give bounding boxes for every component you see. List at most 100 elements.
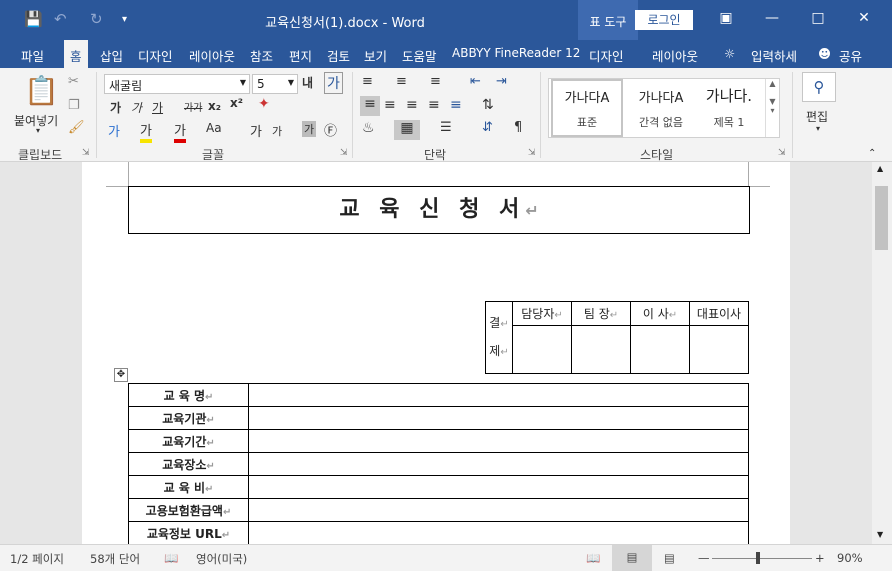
superscript-icon[interactable]: x² (230, 96, 243, 110)
page-count[interactable]: 1/2 페이지 (10, 551, 64, 567)
row-label[interactable]: 고용보험환급액↵ (128, 498, 249, 522)
row-label[interactable]: 교육정보 URL↵ (128, 521, 249, 544)
signature-cell[interactable] (689, 325, 749, 374)
zoom-in-icon[interactable]: + (815, 551, 825, 565)
paste-dropdown-icon[interactable]: ▾ (36, 126, 40, 135)
tab-help[interactable]: 도움말 (402, 46, 437, 65)
approval-role-cell[interactable]: 팀 장↵ (571, 301, 631, 326)
row-label[interactable]: 교육기간↵ (128, 429, 249, 453)
char-border-icon[interactable]: 가 (324, 72, 343, 94)
underline-icon[interactable]: 가 (152, 99, 163, 116)
read-mode-icon[interactable]: 📖 (586, 551, 600, 565)
value-cell[interactable] (248, 452, 749, 476)
tab-design[interactable]: 디자인 (138, 46, 173, 65)
edit-button[interactable]: 편집 (806, 108, 828, 125)
tab-mailings[interactable]: 편지 (289, 46, 312, 65)
web-layout-icon[interactable]: ▤ (664, 551, 675, 565)
shrink-font-icon[interactable]: 가 (272, 123, 282, 139)
font-color-icon[interactable]: 가 (174, 120, 186, 143)
show-marks-icon[interactable]: ¶ (514, 120, 522, 135)
char-shading-icon[interactable]: 가 (302, 121, 317, 137)
tab-layout[interactable]: 레이아웃 (189, 46, 235, 65)
signature-cell[interactable] (512, 325, 572, 374)
collapse-ribbon-icon[interactable]: ⌃ (868, 148, 876, 159)
italic-icon[interactable]: 가 (131, 99, 142, 116)
zoom-level[interactable]: 90% (837, 551, 863, 565)
tab-home[interactable]: 홈 (64, 40, 88, 68)
row-label[interactable]: 교육기관↵ (128, 406, 249, 430)
distribute-icon[interactable]: ≡ (450, 97, 462, 113)
cut-icon[interactable]: ✂ (68, 74, 79, 89)
vertical-scrollbar[interactable]: ▲ ▼ (872, 162, 892, 544)
styles-launcher-icon[interactable]: ⇲ (778, 148, 786, 158)
info-table[interactable]: 교 육 명↵ 교육기관↵ 교육기간↵ 교육장소↵ 교 육 비↵ 고용보험환급액↵… (128, 383, 749, 544)
line-spacing-icon[interactable]: ⇅ (482, 97, 494, 113)
clipboard-launcher-icon[interactable]: ⇲ (82, 148, 90, 158)
increase-indent-icon[interactable]: ⇥ (496, 74, 507, 89)
row-label[interactable]: 교 육 비↵ (128, 475, 249, 499)
shading-icon[interactable]: ♨ (362, 120, 375, 136)
approval-role-cell[interactable]: 대표이사 (689, 301, 749, 326)
scroll-up-icon[interactable]: ▲ (877, 164, 883, 173)
value-cell[interactable] (248, 406, 749, 430)
multilevel-list-icon[interactable]: ≡ (430, 74, 441, 89)
approval-table[interactable]: 결↵ 제↵ 담당자↵ 팀 장↵ 이 사↵ 대표이사 (485, 301, 749, 374)
table-move-handle-icon[interactable]: ✥ (114, 368, 128, 382)
approval-role-cell[interactable]: 담당자↵ (512, 301, 572, 326)
text-effects-icon[interactable]: 가 (108, 121, 120, 140)
chevron-down-icon[interactable]: ▼ (288, 78, 294, 87)
value-cell[interactable] (248, 498, 749, 522)
sort-icon[interactable]: ⇵ (482, 120, 493, 135)
justify-icon[interactable]: ≡ (428, 97, 440, 113)
proofing-icon[interactable]: 📖 (164, 551, 178, 565)
value-cell[interactable] (248, 429, 749, 453)
font-name-box[interactable]: 새굴림 ▼ (104, 74, 250, 94)
align-left-icon[interactable]: ≡ (360, 96, 380, 116)
tab-table-design[interactable]: 디자인 (589, 46, 624, 65)
row-label[interactable]: 교육장소↵ (128, 452, 249, 476)
maximize-icon[interactable]: □ (806, 10, 830, 26)
zoom-slider-knob[interactable] (756, 552, 760, 564)
change-case-icon[interactable]: Aa (206, 121, 222, 135)
scroll-thumb[interactable] (875, 186, 888, 250)
chevron-down-icon[interactable]: ▾ (816, 124, 820, 133)
strikethrough-icon[interactable]: 가가 (184, 99, 202, 114)
subscript-icon[interactable]: x₂ (208, 99, 221, 113)
bullets-icon[interactable]: ≡ (362, 74, 373, 89)
copy-icon[interactable]: ❐ (68, 98, 80, 113)
ribbon-display-icon[interactable]: ▣ (714, 10, 738, 26)
paragraph-launcher-icon[interactable]: ⇲ (528, 148, 536, 158)
highlight-icon[interactable]: 가 (140, 120, 152, 143)
login-button[interactable]: 로그인 (635, 10, 693, 30)
tab-table-layout[interactable]: 레이아웃 (652, 46, 698, 65)
value-cell[interactable] (248, 383, 749, 407)
language[interactable]: 영어(미국) (196, 551, 247, 567)
style-no-spacing[interactable]: 가나다A 간격 없음 (625, 79, 697, 137)
approval-side-cell[interactable]: 결↵ 제↵ (485, 301, 513, 374)
tab-review[interactable]: 검토 (327, 46, 350, 65)
tab-file[interactable]: 파일 (21, 46, 44, 65)
align-right-icon[interactable]: ≡ (406, 97, 418, 113)
grow-font-icon[interactable]: 가 (250, 121, 262, 140)
tab-abbyy[interactable]: ABBYY FineReader 12 (452, 46, 580, 60)
align-center-icon[interactable]: ≡ (384, 97, 396, 113)
signature-cell[interactable] (571, 325, 631, 374)
zoom-slider[interactable] (712, 558, 812, 559)
clear-format-icon[interactable]: ✦ (258, 96, 270, 112)
borders-icon[interactable]: ▦ (394, 120, 420, 140)
gallery-scroll[interactable]: ▲ ▼ ▾ (765, 79, 779, 137)
approval-role-cell[interactable]: 이 사↵ (630, 301, 690, 326)
document-title-box[interactable]: 교 육 신 청 서↵ (128, 186, 750, 234)
enclose-char-icon[interactable]: Ⓕ (324, 120, 337, 139)
tab-insert[interactable]: 삽입 (100, 46, 123, 65)
signature-cell[interactable] (630, 325, 690, 374)
style-normal[interactable]: 가나다A 표준 (551, 79, 623, 137)
decrease-indent-icon[interactable]: ⇤ (470, 74, 481, 89)
asian-layout-icon[interactable]: ☰ (440, 120, 452, 135)
print-layout-icon[interactable]: ▤ (612, 545, 652, 571)
scroll-down-icon[interactable]: ▼ (877, 530, 883, 539)
font-launcher-icon[interactable]: ⇲ (340, 148, 348, 158)
zoom-out-icon[interactable]: — (698, 551, 710, 565)
search-icon[interactable]: ⚲ (802, 72, 836, 102)
numbering-icon[interactable]: ≡ (396, 74, 407, 89)
